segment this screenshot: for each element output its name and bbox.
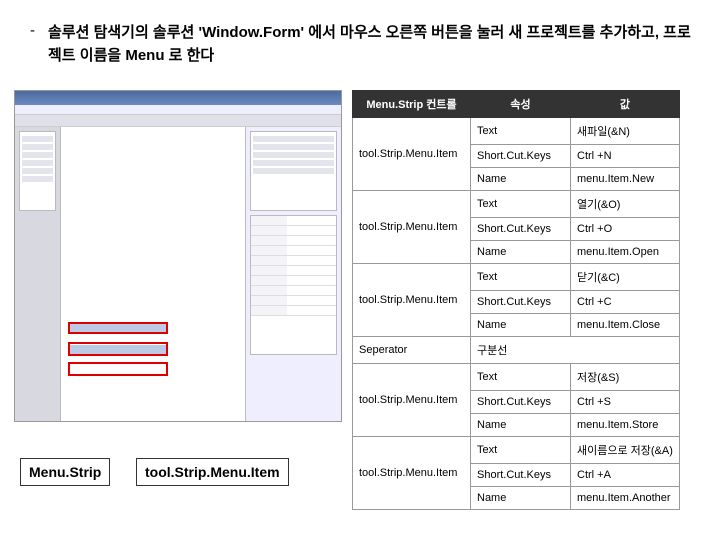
ss-titlebar [15, 91, 341, 105]
th-control: Menu.Strip 컨트롤 [353, 91, 471, 118]
cell-value: Ctrl +O [571, 218, 680, 241]
cell-value: Ctrl +A [571, 464, 680, 487]
property-table: Menu.Strip 컨트롤 속성 값 tool.Strip.Menu.Item… [352, 90, 680, 510]
ss-designer [61, 127, 245, 421]
cell-property: Text [471, 191, 571, 218]
cell-value: 닫기(&C) [571, 264, 680, 291]
instruction-text: 솔루션 탐색기의 솔루션 'Window.Form' 에서 마우스 오른쪽 버튼… [48, 22, 700, 67]
ss-toolbox-panel [15, 127, 61, 421]
cell-control: tool.Strip.Menu.Item [353, 364, 471, 437]
ss-solution-explorer [250, 131, 337, 211]
cell-property: Text [471, 364, 571, 391]
table-row: tool.Strip.Menu.Item Text 새파일(&N) [353, 118, 680, 145]
cell-property: Short.Cut.Keys [471, 291, 571, 314]
red-callout-box [68, 342, 168, 356]
bullet-dash: - [30, 22, 35, 39]
ide-screenshot [14, 90, 342, 422]
cell-property: Text [471, 118, 571, 145]
cell-value: Ctrl +N [571, 145, 680, 168]
cell-property: Text [471, 437, 571, 464]
cell-property: Short.Cut.Keys [471, 391, 571, 414]
cell-value: Ctrl +S [571, 391, 680, 414]
table-row: tool.Strip.Menu.Item Text 새이름으로 저장(&A) [353, 437, 680, 464]
cell-value: menu.Item.Close [571, 314, 680, 337]
cell-value: 열기(&O) [571, 191, 680, 218]
ss-solution-panel [245, 127, 341, 421]
ss-body [15, 127, 341, 421]
cell-control: tool.Strip.Menu.Item [353, 191, 471, 264]
cell-property: Name [471, 168, 571, 191]
ss-toolbar [15, 115, 341, 127]
th-property: 속성 [471, 91, 571, 118]
table-row: tool.Strip.Menu.Item Text 저장(&S) [353, 364, 680, 391]
cell-property: Name [471, 487, 571, 510]
cell-value: menu.Item.Store [571, 414, 680, 437]
cell-property: Name [471, 414, 571, 437]
cell-property: Short.Cut.Keys [471, 145, 571, 168]
table-row: tool.Strip.Menu.Item Text 닫기(&C) [353, 264, 680, 291]
cell-property: Short.Cut.Keys [471, 218, 571, 241]
cell-control: tool.Strip.Menu.Item [353, 437, 471, 510]
table-row: Seperator 구분선 [353, 337, 680, 364]
label-toolstripmenuitem: tool.Strip.Menu.Item [136, 458, 289, 486]
cell-value: 새파일(&N) [571, 118, 680, 145]
cell-property: Name [471, 314, 571, 337]
cell-value: 저장(&S) [571, 364, 680, 391]
ss-toolbox [19, 131, 56, 211]
table-header-row: Menu.Strip 컨트롤 속성 값 [353, 91, 680, 118]
cell-control: tool.Strip.Menu.Item [353, 118, 471, 191]
cell-property: Text [471, 264, 571, 291]
ss-properties-grid [250, 215, 337, 355]
cell-control: tool.Strip.Menu.Item [353, 264, 471, 337]
table-row: tool.Strip.Menu.Item Text 열기(&O) [353, 191, 680, 218]
cell-control: Seperator [353, 337, 471, 364]
red-callout-box [68, 362, 168, 376]
cell-value: menu.Item.Another [571, 487, 680, 510]
cell-value: menu.Item.New [571, 168, 680, 191]
ss-menubar [15, 105, 341, 115]
cell-value: Ctrl +C [571, 291, 680, 314]
cell-value: 새이름으로 저장(&A) [571, 437, 680, 464]
label-menustrip: Menu.Strip [20, 458, 110, 486]
cell-property: Name [471, 241, 571, 264]
cell-property: 구분선 [471, 337, 680, 364]
cell-value: menu.Item.Open [571, 241, 680, 264]
cell-property: Short.Cut.Keys [471, 464, 571, 487]
th-value: 값 [571, 91, 680, 118]
red-callout-box [68, 322, 168, 334]
